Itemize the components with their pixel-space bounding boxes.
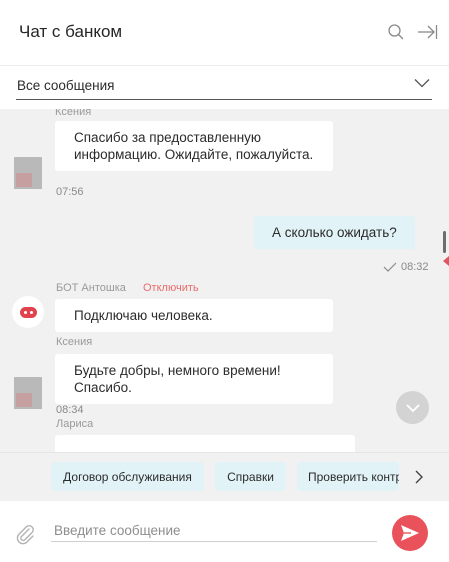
message-sender: Лариса [56,418,94,430]
message-filter-select[interactable]: Все сообщения [16,74,432,100]
send-icon [401,525,419,541]
unread-marker-icon [443,256,449,266]
message-composer [0,501,449,562]
message-time: 08:32 [401,261,429,273]
page-title: Чат с банком [19,22,123,41]
quick-reply-button[interactable]: Справки [215,462,286,491]
quick-replies-bar: Договор обслуживания Справки Проверить к… [0,452,449,501]
chevron-right-icon [415,470,423,484]
collapse-right-icon [418,25,438,39]
bot-avatar [12,296,44,328]
filter-selected-value: Все сообщения [17,78,115,93]
message-input[interactable] [51,519,377,542]
scrollbar-thumb[interactable] [443,231,446,253]
message-time: 08:34 [56,404,84,416]
message-bubble [55,435,355,452]
chevron-down-icon [414,79,430,88]
message-time: 07:56 [56,186,84,198]
chat-header: Чат с банком [0,0,449,66]
search-icon [388,24,404,40]
message-bubble-outgoing: А сколько ожидать? [254,216,415,249]
message-sender: Ксения [56,336,93,348]
avatar [14,377,42,409]
avatar [14,157,42,189]
quick-reply-button[interactable]: Договор обслуживания [51,462,204,491]
message-bubble: Подключаю человека. [55,299,333,332]
robot-icon [19,306,37,318]
chevron-down-icon [405,403,420,412]
quick-reply-button[interactable]: Проверить контр [297,462,399,491]
paperclip-icon [16,525,34,545]
scroll-to-bottom-button[interactable] [396,391,429,424]
message-list[interactable]: Ксения Спасибо за предоставленную информ… [0,109,449,452]
collapse-chat-button[interactable] [415,20,439,44]
message-bubble: Будьте добры, немного времени! Спасибо. [55,354,333,404]
disconnect-bot-link[interactable]: Отключить [143,282,199,294]
checkmark-icon [383,262,397,272]
search-button[interactable] [384,20,408,44]
attach-button[interactable] [14,523,36,545]
message-sender: Ксения [55,109,92,118]
message-bubble: Спасибо за предоставленную информацию. О… [55,121,333,171]
bot-sender: БОТ Антошка [56,282,126,294]
send-button[interactable] [392,515,428,551]
quick-replies-next-button[interactable] [407,467,431,487]
